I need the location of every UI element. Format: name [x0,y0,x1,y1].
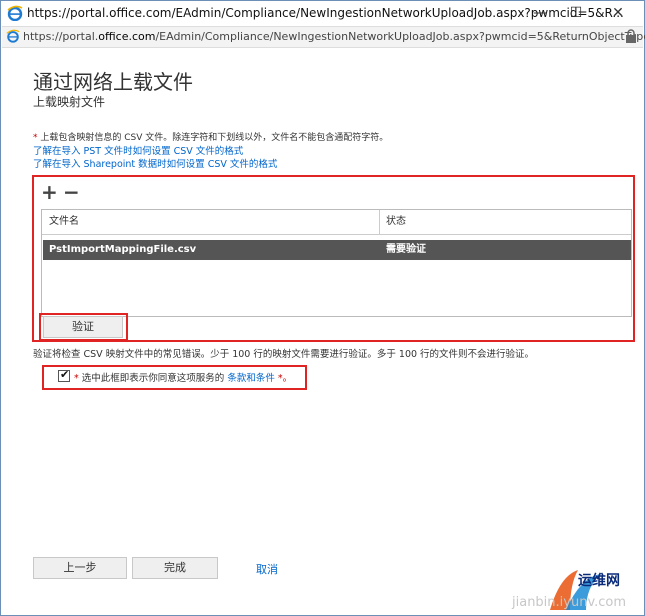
agree-text: * 选中此框即表示你同意这项服务的 条款和条件 *。 [74,373,293,384]
cancel-link[interactable]: 取消 [256,561,278,577]
terms-link[interactable]: 条款和条件 [227,373,275,384]
minimize-icon[interactable]: — [525,3,555,23]
column-header-filename[interactable]: 文件名 [49,210,79,234]
add-file-button[interactable]: + [41,182,58,202]
watermark-brand: 运维网 [578,573,620,589]
agree-checkbox[interactable]: ✔ [58,368,70,382]
back-button[interactable]: 上一步 [33,557,127,579]
address-bar[interactable]: https://portal.office.com/EAdmin/Complia… [2,26,645,48]
internet-explorer-icon [7,5,23,21]
column-divider [379,210,380,234]
header-divider [42,234,631,235]
finish-button[interactable]: 完成 [132,557,218,579]
page-subtitle: 上载映射文件 [33,95,106,109]
table-row[interactable]: PstImportMappingFile.csv 需要验证 [43,240,631,260]
row-filename: PstImportMappingFile.csv [49,244,197,255]
lock-icon [626,29,636,43]
sharepoint-format-link[interactable]: 了解在导入 Sharepoint 数据时如何设置 CSV 文件的格式 [33,156,277,170]
verify-button[interactable]: 验证 [43,316,123,338]
column-header-status[interactable]: 状态 [386,210,406,234]
title-bar: https://portal.office.com/EAdmin/Complia… [1,1,644,25]
watermark-text: jianbin.iyunv.com [512,595,627,610]
check-icon: ✔ [60,368,70,381]
maximize-icon[interactable]: ☐ [561,3,591,23]
file-table: 文件名 状态 PstImportMappingFile.csv 需要验证 [41,209,632,317]
page-title: 通过网络上载文件 [33,70,193,94]
close-icon[interactable]: ✕ [603,3,633,23]
upload-note: * 上载包含映射信息的 CSV 文件。除连字符和下划线以外，文件名不能包含通配符… [33,133,389,143]
url-text: https://portal.office.com/EAdmin/Complia… [23,30,645,43]
verify-note: 验证将检查 CSV 映射文件中的常见错误。少于 100 行的映射文件需要进行验证… [33,349,535,360]
internet-explorer-icon [6,29,20,43]
row-status: 需要验证 [386,244,426,255]
pst-format-link[interactable]: 了解在导入 PST 文件时如何设置 CSV 文件的格式 [33,143,243,157]
remove-file-button[interactable]: − [63,182,80,202]
